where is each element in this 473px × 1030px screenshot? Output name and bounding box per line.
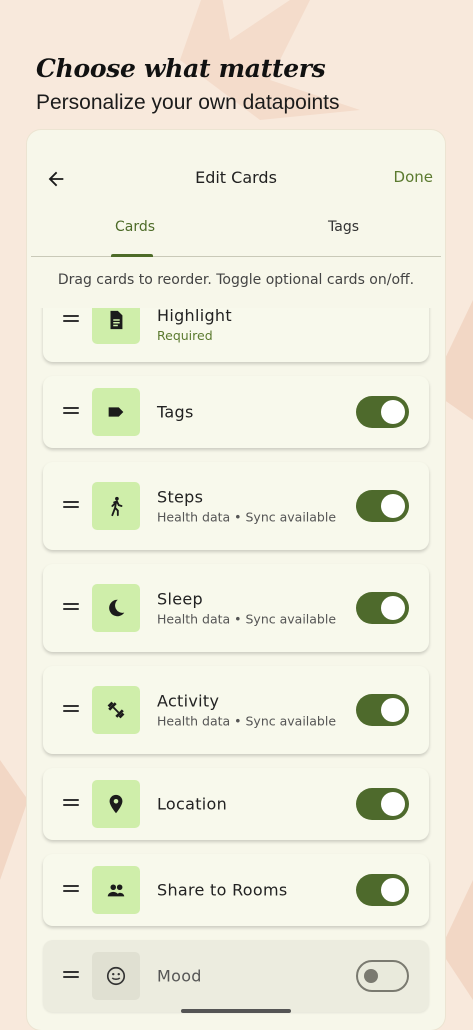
- card-title: Highlight: [157, 308, 232, 325]
- toggle-switch[interactable]: [356, 960, 409, 992]
- card-title: Steps: [157, 487, 204, 507]
- promo-headline: Choose what matters: [36, 54, 326, 83]
- card-mood[interactable]: Mood: [43, 940, 429, 1012]
- card-title: Sleep: [157, 589, 203, 609]
- tab-cards[interactable]: Cards: [115, 219, 155, 235]
- card-sleep[interactable]: Sleep Health data • Sync available: [43, 564, 429, 652]
- toggle-switch[interactable]: [356, 490, 409, 522]
- tab-indicator: [111, 254, 153, 257]
- toggle-switch[interactable]: [356, 788, 409, 820]
- card-title: Location: [157, 794, 228, 814]
- card-subtitle: Required: [157, 327, 213, 343]
- walking-icon: [92, 482, 140, 530]
- card-activity[interactable]: Activity Health data • Sync available: [43, 666, 429, 754]
- card-share-to-rooms[interactable]: Share to Rooms: [43, 854, 429, 926]
- app-screen: Edit Cards Done Cards Tags Drag cards to…: [27, 130, 445, 1030]
- drag-handle[interactable]: [63, 315, 79, 324]
- card-subtitle: Health data • Sync available: [157, 713, 337, 729]
- card-tags[interactable]: Tags: [43, 376, 429, 448]
- card-title: Tags: [157, 402, 194, 422]
- drag-handle[interactable]: [63, 885, 79, 894]
- drag-handle[interactable]: [63, 705, 79, 714]
- tag-icon: [92, 388, 140, 436]
- drag-handle[interactable]: [63, 407, 79, 416]
- card-location[interactable]: Location: [43, 768, 429, 840]
- drag-handle[interactable]: [63, 971, 79, 980]
- tab-bar: Cards Tags: [31, 214, 441, 257]
- card-list: Highlight Required Tags Steps Health dat…: [27, 308, 445, 1030]
- promo-subline: Personalize your own datapoints: [36, 91, 340, 114]
- card-title: Activity: [157, 691, 220, 711]
- drag-handle[interactable]: [63, 501, 79, 510]
- document-icon: [92, 308, 140, 344]
- card-title: Mood: [157, 966, 202, 986]
- people-icon: [92, 866, 140, 914]
- toggle-switch[interactable]: [356, 592, 409, 624]
- card-highlight[interactable]: Highlight Required: [43, 308, 429, 362]
- drag-handle[interactable]: [63, 603, 79, 612]
- card-subtitle: Health data • Sync available: [157, 611, 337, 627]
- location-pin-icon: [92, 780, 140, 828]
- home-indicator[interactable]: [181, 1009, 291, 1013]
- drag-handle[interactable]: [63, 799, 79, 808]
- toggle-switch[interactable]: [356, 694, 409, 726]
- dumbbell-icon: [92, 686, 140, 734]
- app-bar: Edit Cards Done: [27, 130, 445, 214]
- card-subtitle: Health data • Sync available: [157, 509, 337, 525]
- smiley-icon: [92, 952, 140, 1000]
- instruction-text: Drag cards to reorder. Toggle optional c…: [57, 272, 415, 288]
- toggle-switch[interactable]: [356, 874, 409, 906]
- done-button[interactable]: Done: [394, 168, 433, 186]
- moon-icon: [92, 584, 140, 632]
- card-steps[interactable]: Steps Health data • Sync available: [43, 462, 429, 550]
- page-title: Edit Cards: [195, 168, 277, 187]
- card-title: Share to Rooms: [157, 880, 288, 900]
- toggle-switch[interactable]: [356, 396, 409, 428]
- tab-tags[interactable]: Tags: [328, 219, 359, 235]
